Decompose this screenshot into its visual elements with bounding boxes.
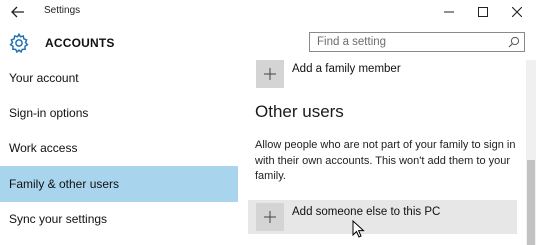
search-icon[interactable] [508,36,520,48]
gear-icon [9,32,29,54]
add-someone-else-button[interactable]: Add someone else to this PC [248,200,517,234]
sidebar-item-label: Sync your settings [9,212,108,226]
search-input[interactable]: Find a setting [309,32,525,52]
add-family-member-label: Add a family member [292,63,401,75]
sidebar-item-family-other-users[interactable]: Family & other users [0,166,238,202]
close-button[interactable] [500,0,534,24]
sidebar-item-label: Sign-in options [9,106,89,120]
maximize-icon [478,7,488,17]
back-button[interactable] [4,2,32,22]
mouse-cursor-icon [352,220,365,238]
main-content: Add a family member Other users Allow pe… [238,57,536,245]
sidebar-item-your-account[interactable]: Your account [0,60,238,96]
sidebar-item-work-access[interactable]: Work access [0,130,238,166]
other-users-heading: Other users [255,102,344,121]
sidebar-item-label: Family & other users [9,177,120,191]
add-family-member-button[interactable]: Add a family member [248,57,517,91]
minimize-button[interactable] [432,0,466,24]
minimize-icon [444,11,454,13]
other-users-description: Allow people who are not part of your fa… [255,139,516,182]
sidebar-item-label: Work access [9,141,78,155]
section-title: ACCOUNTS [45,36,115,50]
plus-icon [256,203,284,231]
add-someone-else-label: Add someone else to this PC [292,206,441,218]
scrollbar-thumb[interactable] [527,160,535,245]
plus-icon [256,60,284,88]
maximize-button[interactable] [466,0,500,24]
scrollbar[interactable] [526,60,536,245]
sidebar: Your account Sign-in options Work access… [0,60,238,245]
title-bar: Settings [0,0,536,24]
close-icon [512,7,522,17]
sidebar-item-sync-your-settings[interactable]: Sync your settings [0,201,238,237]
search-placeholder: Find a setting [317,36,387,48]
window-title: Settings [44,5,81,16]
sidebar-item-label: Your account [9,71,79,85]
back-arrow-icon [11,6,24,18]
sidebar-item-sign-in-options[interactable]: Sign-in options [0,95,238,131]
